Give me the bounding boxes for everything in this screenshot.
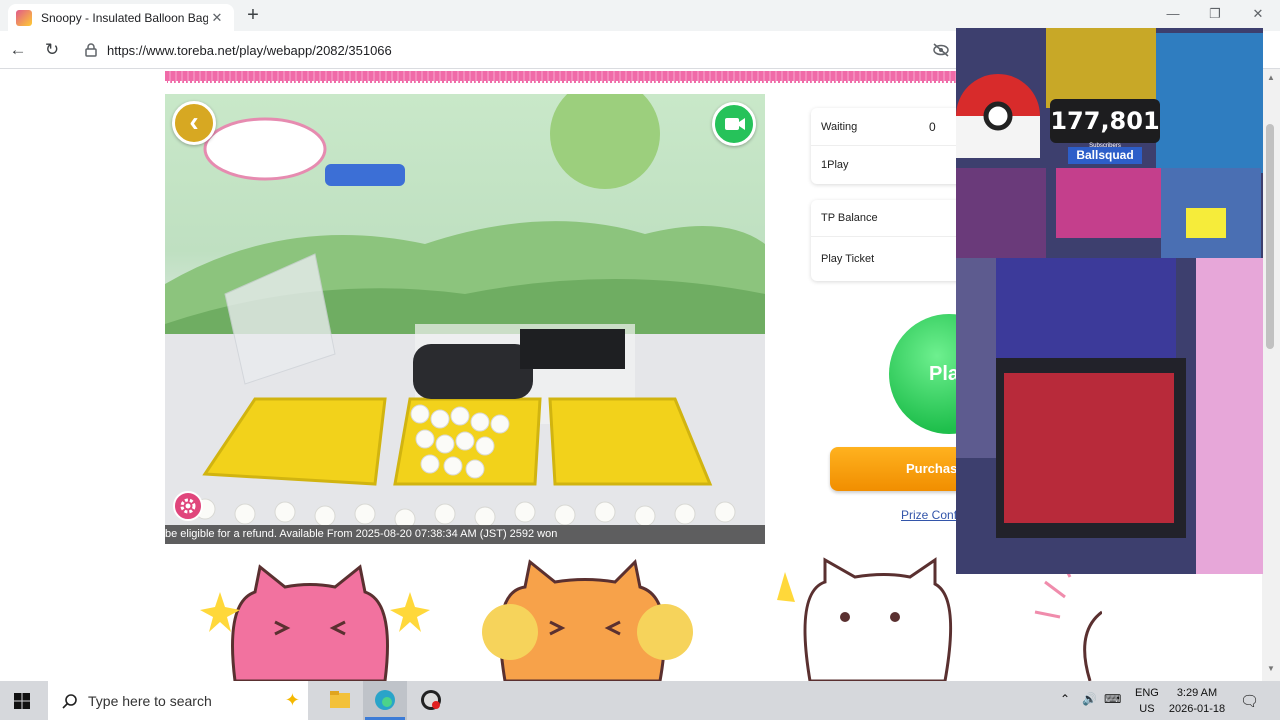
- back-arrow-icon[interactable]: ←: [8, 40, 28, 60]
- scroll-up-icon[interactable]: ▲: [1264, 73, 1278, 82]
- obs-recorder-icon[interactable]: [409, 681, 453, 720]
- notifications-icon[interactable]: 🗨: [1240, 692, 1259, 710]
- file-explorer-icon[interactable]: [318, 681, 362, 720]
- settings-button[interactable]: [173, 491, 203, 521]
- play-cost-label: 1Play: [821, 159, 849, 171]
- window-close-icon[interactable]: ✕: [1243, 6, 1273, 22]
- url-text: https://www.toreba.net/play/webapp/2082/…: [107, 42, 392, 58]
- balance-card: TP Balance Play Ticket: [811, 200, 971, 281]
- tracking-eye-off-icon[interactable]: [932, 43, 950, 57]
- play-ticket-label: Play Ticket: [821, 253, 875, 265]
- search-icon: [62, 693, 77, 709]
- language-indicator[interactable]: ENG US: [1135, 685, 1159, 717]
- gear-icon: [180, 498, 196, 514]
- url-input[interactable]: https://www.toreba.net/play/webapp/2082/…: [76, 36, 956, 64]
- prize-confirmation-link[interactable]: Prize Confi: [901, 508, 960, 522]
- taskbar: Type here to search ✦ ⌃ 🔊 ⌨ ENG US 3:29 …: [0, 681, 1280, 720]
- clock-date: 2026-01-18: [1168, 703, 1226, 715]
- waiting-row: Waiting 0: [811, 108, 971, 146]
- volume-icon[interactable]: 🔊: [1082, 692, 1097, 706]
- browser-tab[interactable]: Snoopy - Insulated Balloon Bag S ✕: [8, 4, 234, 31]
- reload-icon[interactable]: ↻: [42, 40, 62, 60]
- tp-balance-label: TP Balance: [821, 212, 878, 224]
- site-favicon-icon: [16, 9, 32, 26]
- play-cost-row: 1Play: [811, 146, 971, 184]
- back-button[interactable]: ‹: [172, 101, 216, 145]
- scroll-down-icon[interactable]: ▼: [1264, 664, 1278, 673]
- waiting-label: Waiting: [821, 120, 858, 133]
- scrollbar-thumb[interactable]: [1266, 124, 1274, 349]
- waiting-value: 0: [929, 119, 936, 134]
- maximize-icon[interactable]: ❐: [1200, 6, 1230, 22]
- game-video-feed: [165, 94, 765, 544]
- video-camera-icon: [725, 118, 745, 130]
- queue-status-card: Waiting 0 1Play: [811, 108, 971, 184]
- sparkle-icon: ✦: [284, 690, 300, 710]
- new-tab-button[interactable]: +: [242, 4, 264, 26]
- keyboard-icon[interactable]: ⌨: [1104, 692, 1121, 706]
- channel-name: Ballsquad: [1068, 147, 1142, 164]
- show-hidden-icons-icon[interactable]: ⌃: [1060, 692, 1070, 706]
- taskbar-search-input[interactable]: Type here to search ✦: [48, 681, 308, 720]
- search-placeholder: Type here to search: [88, 692, 212, 709]
- pink-header-strip: [165, 71, 965, 83]
- language-code: ENG: [1135, 687, 1159, 699]
- edge-browser-icon[interactable]: [363, 681, 407, 720]
- region-code: US: [1139, 703, 1155, 715]
- tab-close-icon[interactable]: ✕: [208, 10, 226, 26]
- refund-ticker: be eligible for a refund. Available From…: [165, 525, 765, 544]
- clock-time: 3:29 AM: [1176, 687, 1218, 699]
- lock-icon: [85, 43, 97, 57]
- tab-title: Snoopy - Insulated Balloon Bag S: [41, 10, 208, 25]
- tab-strip: Snoopy - Insulated Balloon Bag S ✕ + — ❐…: [0, 0, 1280, 31]
- windows-start-icon[interactable]: [14, 693, 30, 709]
- play-ticket-row: Play Ticket: [811, 237, 971, 281]
- minimize-icon[interactable]: —: [1158, 6, 1188, 21]
- system-clock[interactable]: 3:29 AM 2026-01-18: [1162, 685, 1232, 717]
- tp-balance-row: TP Balance: [811, 200, 971, 237]
- subscriber-count: 177,801: [1050, 99, 1160, 143]
- camera-switch-button[interactable]: [712, 102, 756, 146]
